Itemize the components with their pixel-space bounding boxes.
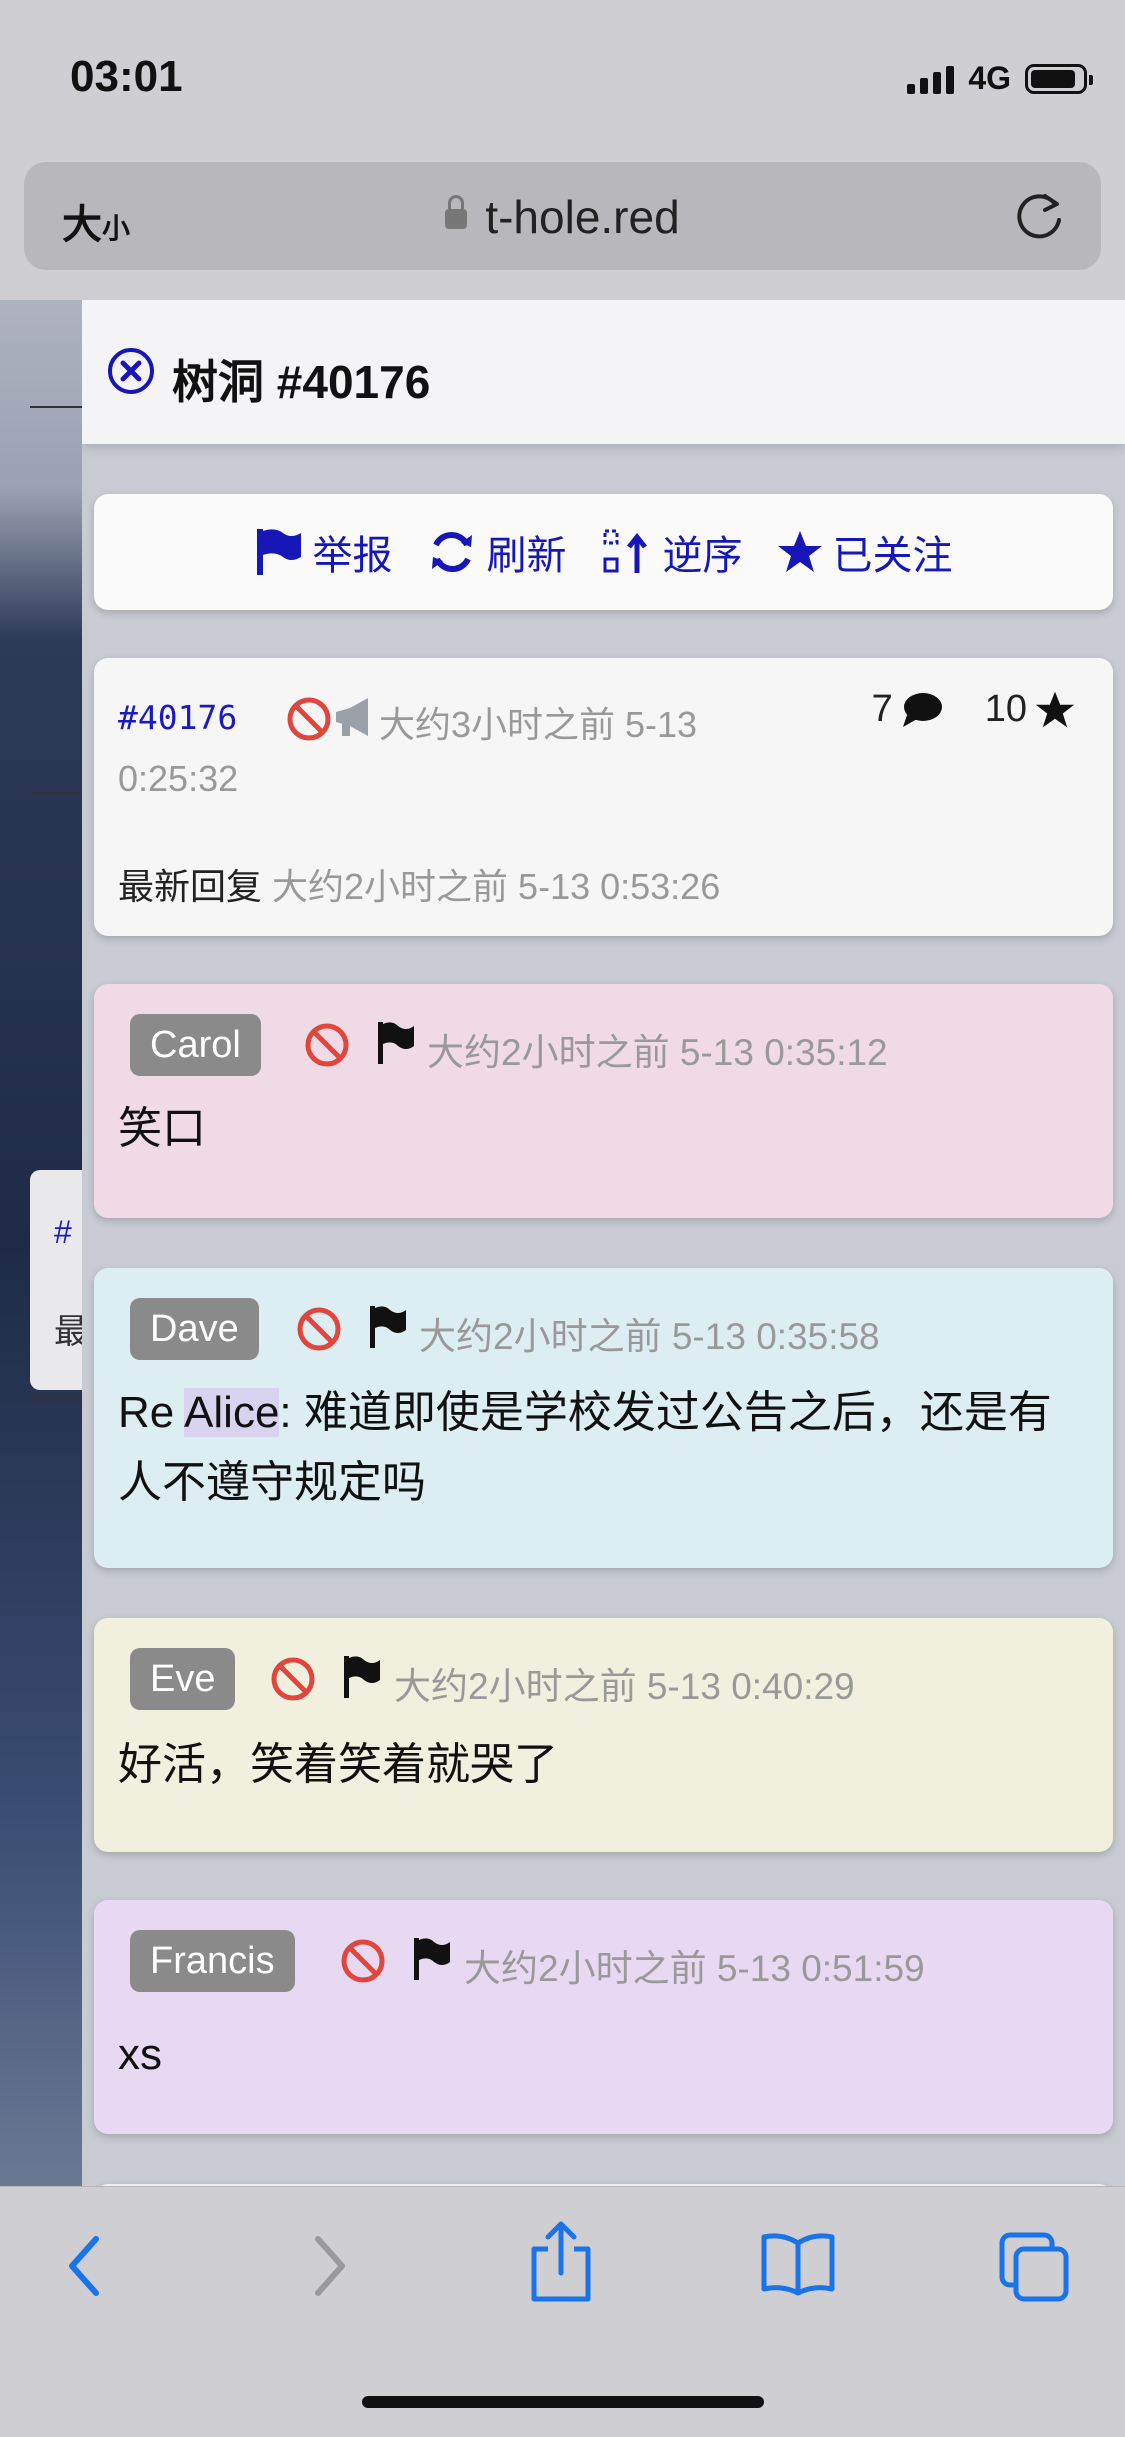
flag-icon[interactable] — [412, 1936, 452, 1982]
reply-author-badge[interactable]: Carol — [130, 1014, 261, 1076]
flag-icon — [256, 529, 301, 575]
status-bar: 03:01 4G — [0, 0, 1125, 150]
status-indicators: 4G — [907, 60, 1093, 97]
reply-text: 笑口 — [118, 1104, 206, 1153]
divider — [30, 792, 82, 794]
reply-card[interactable]: Eve 大约2小时之前 5-13 0:40:29 好活，笑着笑着就哭了 — [94, 1618, 1113, 1852]
divider — [30, 1398, 82, 1400]
reply-text: 好活，笑着笑着就哭了 — [118, 1740, 558, 1789]
lock-icon — [445, 194, 468, 229]
flag-icon[interactable] — [342, 1654, 382, 1700]
reverse-order-label: 逆序 — [662, 534, 743, 578]
background-card-id: # — [54, 1214, 72, 1250]
report-label: 举报 — [312, 534, 393, 578]
reply-text: Re Alice: 难道即使是学校发过公告之后，还是有人不遵守规定吗 — [118, 1378, 1078, 1518]
reply-author-badge[interactable]: Francis — [130, 1930, 295, 1992]
background-card: # 最 — [30, 1170, 88, 1390]
star-icon — [777, 531, 822, 572]
reverse-order-button[interactable]: 逆序 — [601, 523, 743, 581]
sort-icon — [603, 529, 647, 573]
close-circle-icon[interactable] — [106, 346, 156, 396]
refresh-icon — [431, 531, 472, 573]
forward-icon[interactable] — [310, 2231, 350, 2301]
reply-time: 大约2小时之前 5-13 0:51:59 — [464, 1948, 925, 1989]
megaphone-icon — [336, 698, 368, 736]
thread-panel: 树洞 #40176 举报 刷新 逆序 已关注 #40176 大约3小时之前 5-… — [82, 300, 1125, 2190]
back-icon[interactable] — [64, 2231, 104, 2301]
battery-icon — [1025, 63, 1093, 94]
ban-icon[interactable] — [304, 1022, 350, 1068]
latest-reply-time: 大约2小时之前 5-13 0:53:26 — [272, 866, 721, 907]
reply-author-badge[interactable]: Eve — [130, 1648, 236, 1710]
background-page: # 最 — [0, 300, 88, 2190]
network-type: 4G — [968, 60, 1011, 96]
ban-icon[interactable] — [270, 1656, 316, 1702]
home-indicator[interactable] — [362, 2396, 764, 2408]
mention-link[interactable]: Alice — [184, 1388, 280, 1437]
latest-reply: 最新回复 大约2小时之前 5-13 0:53:26 — [118, 858, 720, 910]
reply-card[interactable]: Dave 大约2小时之前 5-13 0:35:58 Re Alice: 难道即使… — [94, 1268, 1113, 1568]
post-time-clock: 0:25:32 — [118, 758, 239, 799]
flag-icon[interactable] — [376, 1020, 416, 1066]
post-time: 大约3小时之前 5-13 — [379, 704, 698, 745]
post-stats: 7 10 — [872, 688, 1075, 731]
address-bar[interactable]: 大小 t-hole.red — [24, 162, 1101, 270]
status-time: 03:01 — [70, 52, 183, 101]
thread-toolbar: 举报 刷新 逆序 已关注 — [94, 494, 1113, 610]
tabs-icon[interactable] — [998, 2231, 1070, 2303]
url-display[interactable]: t-hole.red — [24, 190, 1101, 244]
reply-text: xs — [118, 2030, 162, 2079]
comment-icon — [902, 692, 942, 727]
reload-icon[interactable] — [1015, 190, 1065, 247]
ban-icon[interactable] — [296, 1306, 342, 1352]
divider — [30, 406, 82, 408]
panel-header: 树洞 #40176 — [82, 300, 1125, 444]
follow-button[interactable]: 已关注 — [777, 523, 953, 581]
reply-card[interactable]: Francis 大约2小时之前 5-13 0:51:59 xs — [94, 1900, 1113, 2134]
reply-card[interactable]: Carol 大约2小时之前 5-13 0:35:12 笑口 — [94, 984, 1113, 1218]
star-count-icon — [1035, 691, 1075, 727]
ban-icon[interactable] — [286, 696, 332, 742]
refresh-label: 刷新 — [486, 534, 567, 578]
refresh-button[interactable]: 刷新 — [427, 523, 567, 581]
star-count: 10 — [984, 688, 1027, 730]
ban-icon[interactable] — [340, 1938, 386, 1984]
reply-time: 大约2小时之前 5-13 0:40:29 — [394, 1666, 855, 1707]
flag-icon[interactable] — [368, 1304, 408, 1350]
original-post-card[interactable]: #40176 大约3小时之前 5-13 0:25:32 7 10 最新回复 大约… — [94, 658, 1113, 936]
cellular-signal-icon — [907, 64, 955, 94]
reply-author-badge[interactable]: Dave — [130, 1298, 259, 1360]
latest-reply-label: 最新回复 — [118, 866, 263, 907]
reply-time: 大约2小时之前 5-13 0:35:58 — [419, 1316, 880, 1357]
bookmarks-icon[interactable] — [760, 2231, 836, 2297]
report-button[interactable]: 举报 — [255, 523, 393, 581]
share-icon[interactable] — [528, 2221, 594, 2303]
reply-time: 大约2小时之前 5-13 0:35:12 — [427, 1032, 888, 1073]
post-id[interactable]: #40176 — [118, 698, 237, 737]
reply-re-prefix: Re — [118, 1388, 185, 1437]
follow-label: 已关注 — [832, 534, 953, 578]
url-text: t-hole.red — [485, 191, 680, 243]
panel-title: 树洞 #40176 — [172, 356, 431, 408]
reply-count: 7 — [871, 688, 893, 730]
